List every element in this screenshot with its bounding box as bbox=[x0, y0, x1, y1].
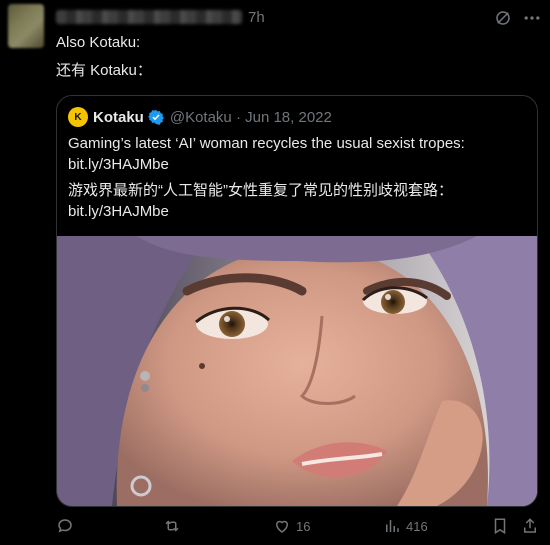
reply-button[interactable] bbox=[56, 515, 79, 537]
quoted-tweet[interactable]: K Kotaku @Kotaku · Jun 18, 2022 Gaming’s… bbox=[56, 95, 538, 507]
quote-body: Gaming’s latest ‘AI’ woman recycles the … bbox=[68, 133, 528, 227]
tweet-text-line-2: 还有 Kotaku： bbox=[56, 62, 152, 79]
like-button[interactable]: 16 bbox=[273, 515, 310, 537]
grok-icon[interactable] bbox=[494, 9, 512, 27]
views-button[interactable]: 416 bbox=[383, 515, 428, 537]
quote-author-name[interactable]: Kotaku bbox=[93, 109, 144, 126]
retweet-icon bbox=[165, 520, 179, 532]
share-icon bbox=[524, 518, 536, 533]
retweet-button[interactable] bbox=[163, 515, 186, 537]
blurred-author-name[interactable] bbox=[56, 10, 242, 24]
avatar[interactable] bbox=[8, 4, 44, 48]
action-bar: 16 416 bbox=[0, 515, 550, 537]
tweet-text-line-1: Also Kotaku: bbox=[56, 34, 141, 51]
quote-link-1[interactable]: bit.ly/3HAJMbe bbox=[68, 156, 169, 173]
quote-handle-date[interactable]: @Kotaku · Jun 18, 2022 bbox=[170, 109, 332, 126]
reply-icon bbox=[58, 519, 72, 533]
quote-text-en: Gaming’s latest ‘AI’ woman recycles the … bbox=[68, 135, 465, 152]
quote-text-zh: 游戏界最新的“人工智能”女性重复了常见的性别歧视套路： bbox=[68, 182, 453, 199]
post-time[interactable]: 7h bbox=[248, 9, 265, 26]
bookmark-button[interactable] bbox=[491, 515, 509, 537]
like-count: 16 bbox=[296, 518, 311, 534]
quote-link-2[interactable]: bit.ly/3HAJMbe bbox=[68, 203, 169, 220]
quote-header: K Kotaku @Kotaku · Jun 18, 2022 bbox=[68, 106, 332, 128]
verified-badge-icon bbox=[147, 110, 164, 125]
kotaku-logo-icon[interactable]: K bbox=[68, 107, 88, 127]
views-chart-icon bbox=[386, 520, 399, 532]
share-button[interactable] bbox=[521, 515, 539, 537]
heart-icon bbox=[275, 520, 289, 533]
bookmark-icon bbox=[494, 518, 506, 535]
views-count: 416 bbox=[406, 518, 428, 534]
more-options-icon[interactable] bbox=[522, 10, 542, 26]
quote-photo[interactable] bbox=[57, 236, 537, 506]
